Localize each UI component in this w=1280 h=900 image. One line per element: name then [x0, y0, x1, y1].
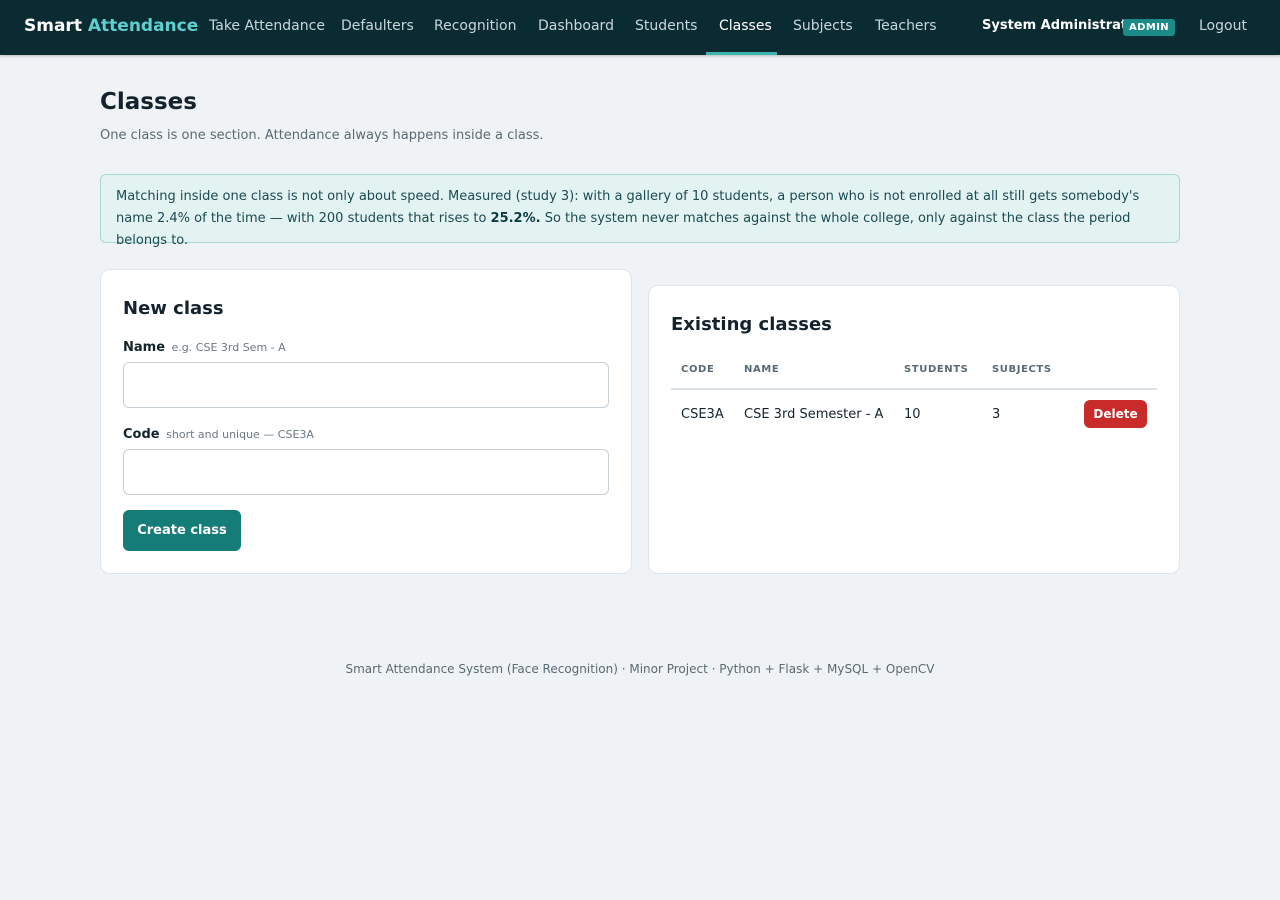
info-callout: Matching inside one class is not only ab… — [100, 174, 1180, 248]
nav-dashboard[interactable]: Dashboard — [538, 0, 614, 55]
nav-subjects[interactable]: Subjects — [793, 0, 853, 55]
class-code-input[interactable] — [123, 449, 609, 495]
cell-students: 10 — [904, 407, 921, 422]
page-title: Classes — [100, 89, 197, 115]
class-name-input[interactable] — [123, 362, 609, 408]
brand-logo[interactable]: Smart Attendance — [24, 16, 198, 36]
delete-class-button[interactable]: Delete — [1084, 400, 1147, 428]
active-nav-indicator — [706, 52, 777, 55]
code-hint: short and unique — CSE3A — [166, 428, 314, 441]
nav-classes[interactable]: Classes — [719, 0, 772, 55]
brand-name-accent: Attendance — [87, 16, 199, 36]
nav-teachers[interactable]: Teachers — [875, 0, 937, 55]
nav-recognition[interactable]: Recognition — [434, 0, 516, 55]
nav-students[interactable]: Students — [635, 0, 697, 55]
cell-name: CSE 3rd Semester - A — [744, 407, 884, 422]
code-field-label: Code short and unique — CSE3A — [123, 427, 314, 442]
cell-code: CSE3A — [681, 407, 724, 422]
nav-defaulters[interactable]: Defaulters — [341, 0, 414, 55]
name-field-label: Name e.g. CSE 3rd Sem - A — [123, 340, 286, 355]
existing-classes-card: Existing classes CODE NAME STUDENTS SUBJ… — [648, 285, 1180, 574]
page-subtitle: One class is one section. Attendance alw… — [100, 128, 544, 143]
top-navbar: Smart Attendance Take Attendance Default… — [0, 0, 1280, 55]
existing-classes-heading: Existing classes — [671, 314, 832, 335]
column-header-subjects: SUBJECTS — [992, 364, 1052, 375]
page-footer: Smart Attendance System (Face Recognitio… — [345, 662, 935, 676]
nav-take-attendance[interactable]: Take Attendance — [209, 0, 325, 55]
code-label-text: Code — [123, 427, 160, 442]
column-header-students: STUDENTS — [904, 364, 969, 375]
role-badge: ADMIN — [1123, 19, 1176, 36]
new-class-card: New class Name e.g. CSE 3rd Sem - A Code… — [100, 269, 632, 574]
logout-link[interactable]: Logout — [1199, 0, 1247, 55]
cell-subjects: 3 — [992, 407, 1001, 422]
column-header-name: NAME — [744, 364, 780, 375]
name-label-text: Name — [123, 340, 166, 355]
table-header-divider — [671, 388, 1157, 390]
info-highlight: 25.2%. — [490, 211, 541, 226]
column-header-code: CODE — [681, 364, 715, 375]
name-hint: e.g. CSE 3rd Sem - A — [171, 341, 286, 354]
new-class-heading: New class — [123, 298, 224, 319]
create-class-button[interactable]: Create class — [123, 510, 241, 551]
current-user-name: System Administrator — [982, 18, 1143, 33]
brand-name: Smart — [24, 16, 82, 36]
